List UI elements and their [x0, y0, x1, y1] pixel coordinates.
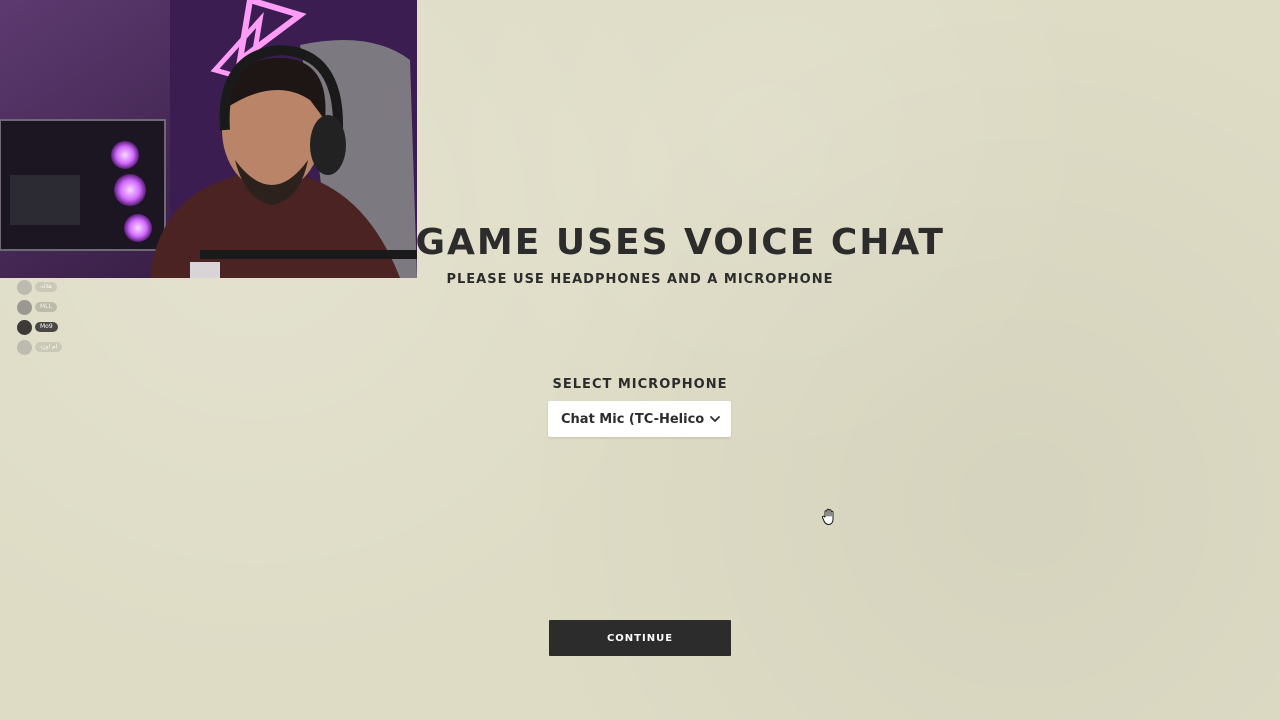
participant-name: هلالہ [35, 282, 58, 292]
chevron-down-icon [710, 416, 720, 422]
participant-item: ام اوزد [17, 337, 97, 357]
participant-item: MLL [17, 297, 97, 317]
participant-name: Mo9 [35, 322, 58, 332]
microphone-select-label: SELECT MICROPHONE [552, 377, 728, 392]
participant-name: ام اوزد [35, 342, 63, 352]
participant-item: هلالہ [17, 277, 97, 297]
hand-cursor-icon [821, 508, 834, 525]
avatar [17, 319, 32, 335]
avatar [17, 339, 32, 355]
voice-participant-list: هلالہ MLL Mo9 ام اوزد [17, 277, 97, 357]
continue-button[interactable]: CONTINUE [549, 620, 731, 656]
page-title: S GAME USES VOICE CHAT [373, 222, 945, 263]
webcam-feed-icon [0, 0, 417, 278]
microphone-select-value: Chat Mic (TC-Helico [561, 411, 705, 427]
microphone-select[interactable]: Chat Mic (TC-Helico [548, 401, 731, 437]
page-subtitle: PLEASE USE HEADPHONES AND A MICROPHONE [446, 272, 834, 287]
avatar [17, 299, 32, 315]
participant-name: MLL [35, 302, 57, 312]
participant-item: Mo9 [17, 317, 97, 337]
webcam-overlay [0, 0, 417, 278]
avatar [17, 279, 32, 295]
